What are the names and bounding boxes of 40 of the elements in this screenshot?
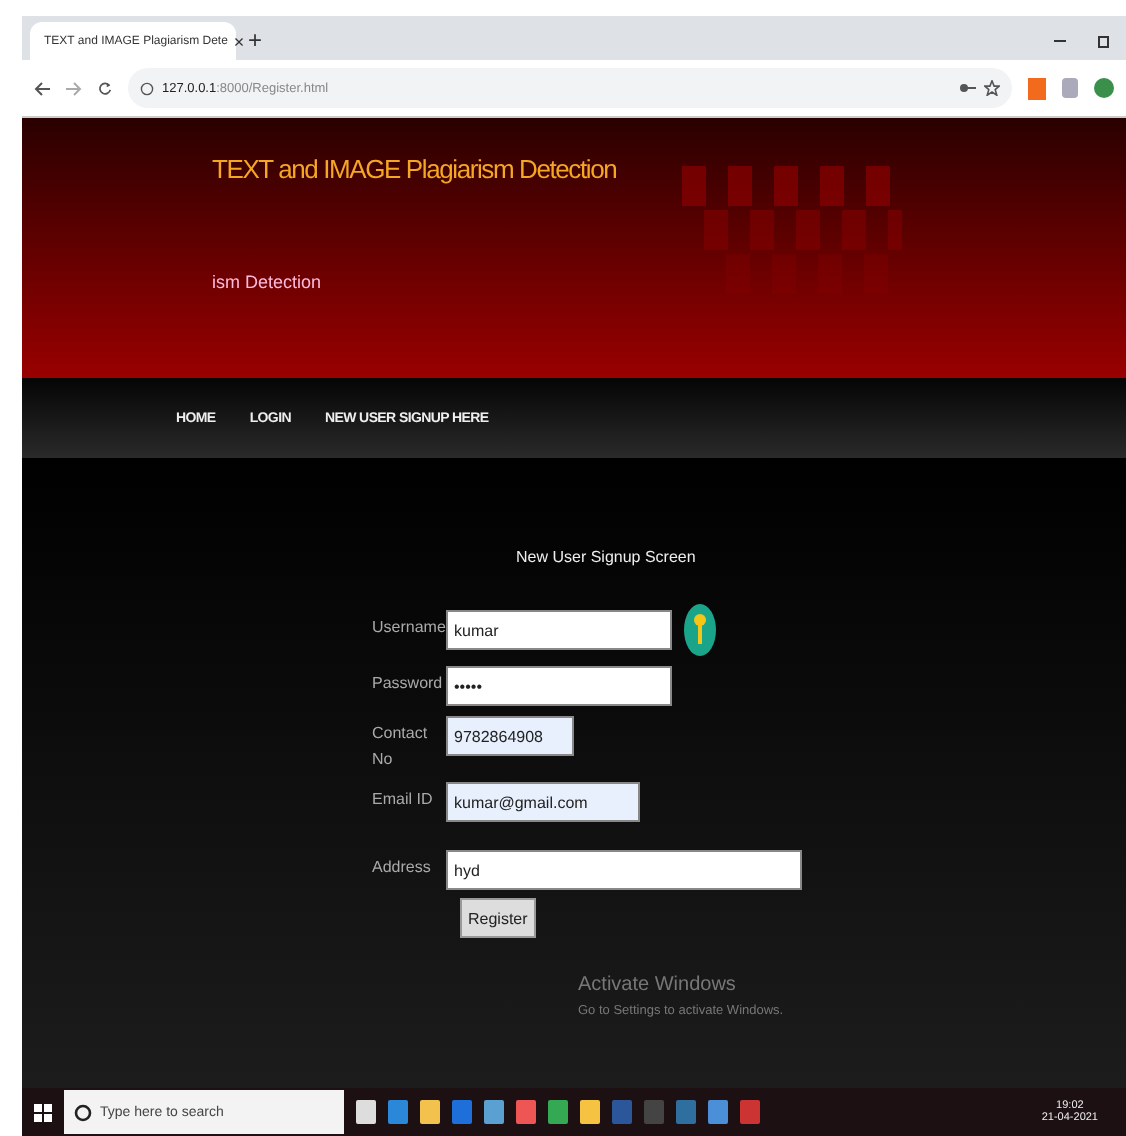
taskbar-app-icon[interactable]	[452, 1100, 472, 1124]
minimize-icon[interactable]	[1054, 34, 1066, 46]
input-field[interactable]: 9782864908	[446, 716, 574, 756]
site-subtitle: ism Detection	[212, 272, 322, 292]
taskbar-app-icon[interactable]	[548, 1100, 568, 1124]
field-label: Email ID	[372, 788, 435, 812]
input-field[interactable]: •••••	[446, 666, 672, 706]
taskbar-app-icon[interactable]	[388, 1100, 408, 1124]
windows-start-icon[interactable]	[34, 1103, 52, 1121]
register-button[interactable]: Register	[460, 898, 536, 938]
taskbar-app-icon[interactable]	[484, 1100, 504, 1124]
new-tab-button[interactable]: +	[248, 26, 263, 54]
activation-title: Activate Windows	[578, 974, 738, 996]
field-label: Password	[372, 672, 438, 696]
input-field[interactable]: hyd	[446, 850, 802, 890]
taskbar-app-icon[interactable]	[516, 1100, 536, 1124]
taskbar-app-icon[interactable]	[708, 1100, 728, 1124]
taskbar-app-icon[interactable]	[644, 1100, 664, 1124]
taskbar-app-icon[interactable]	[740, 1100, 760, 1124]
back-icon[interactable]	[34, 81, 50, 95]
form-title: New User Signup Screen	[516, 548, 696, 566]
input-field[interactable]: kumar	[446, 610, 672, 650]
input-field[interactable]: kumar@gmail.com	[446, 782, 640, 822]
search-icon	[74, 1103, 92, 1121]
restore-icon[interactable]	[1098, 34, 1110, 48]
info-icon	[140, 81, 154, 95]
field-label: Contact No	[372, 722, 430, 772]
field-label: Address	[372, 856, 433, 880]
taskbar-app-icon[interactable]	[676, 1100, 696, 1124]
key-icon[interactable]	[960, 82, 976, 94]
taskbar-app-icon[interactable]	[612, 1100, 632, 1124]
taskbar-app-icon[interactable]	[420, 1100, 440, 1124]
forward-icon[interactable]	[66, 81, 82, 95]
key-icon[interactable]	[684, 604, 716, 656]
site-title: TEXT and IMAGE Plagiarism Detection	[212, 154, 617, 184]
taskbar-app-icon[interactable]	[356, 1100, 376, 1124]
star-icon[interactable]	[984, 80, 1000, 96]
reload-icon[interactable]	[98, 81, 112, 95]
taskbar-app-icon[interactable]	[580, 1100, 600, 1124]
tab-close[interactable]: ×	[233, 31, 245, 51]
